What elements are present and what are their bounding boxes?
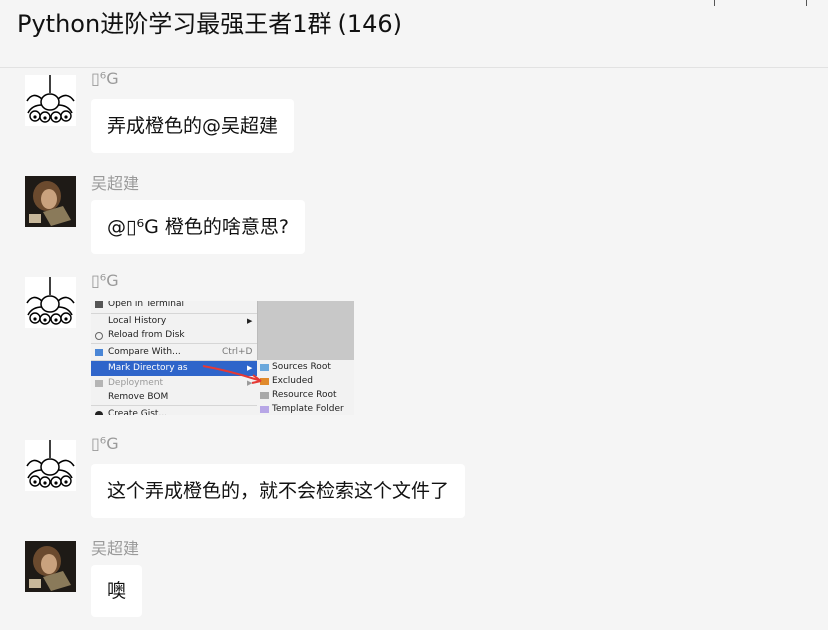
message-bubble[interactable]: 弄成橙色的@吴超建 (91, 99, 295, 153)
spider-avatar[interactable] (25, 440, 76, 491)
spider-icon (26, 75, 75, 123)
photo-avatar[interactable] (25, 176, 76, 227)
spider-icon (26, 440, 75, 488)
spider-avatar[interactable] (25, 277, 76, 328)
sender-name: ▯⁶G (91, 434, 119, 453)
sender-name: ▯⁶G (91, 69, 119, 88)
chat-title: Python进阶学习最强王者1群 (146) (17, 4, 402, 39)
message-bubble[interactable]: @▯⁶G 橙色的啥意思? (91, 200, 305, 254)
photo-avatar[interactable] (25, 541, 76, 592)
annotation-arrow-icon (202, 365, 262, 384)
member-count: (146) (337, 10, 403, 38)
sender-name: 吴超建 (91, 539, 140, 558)
window-control-mark[interactable] (714, 0, 715, 6)
message-bubble[interactable]: 噢 (91, 565, 143, 617)
image-message[interactable]: Open in Terminal Local History ▶ Reload … (91, 301, 354, 415)
portrait-icon (25, 541, 76, 592)
sender-name: 吴超建 (91, 174, 140, 193)
sender-name: ▯⁶G (91, 271, 119, 290)
spider-avatar[interactable] (25, 75, 76, 126)
message-bubble[interactable]: 这个弄成橙色的，就不会检索这个文件了 (91, 464, 466, 518)
chat-title-name: Python进阶学习最强王者1群 (17, 10, 332, 38)
chat-header: Python进阶学习最强王者1群 (146) (0, 0, 828, 68)
spider-icon (26, 277, 75, 325)
window-control-mark[interactable] (806, 0, 807, 6)
portrait-icon (25, 176, 76, 227)
